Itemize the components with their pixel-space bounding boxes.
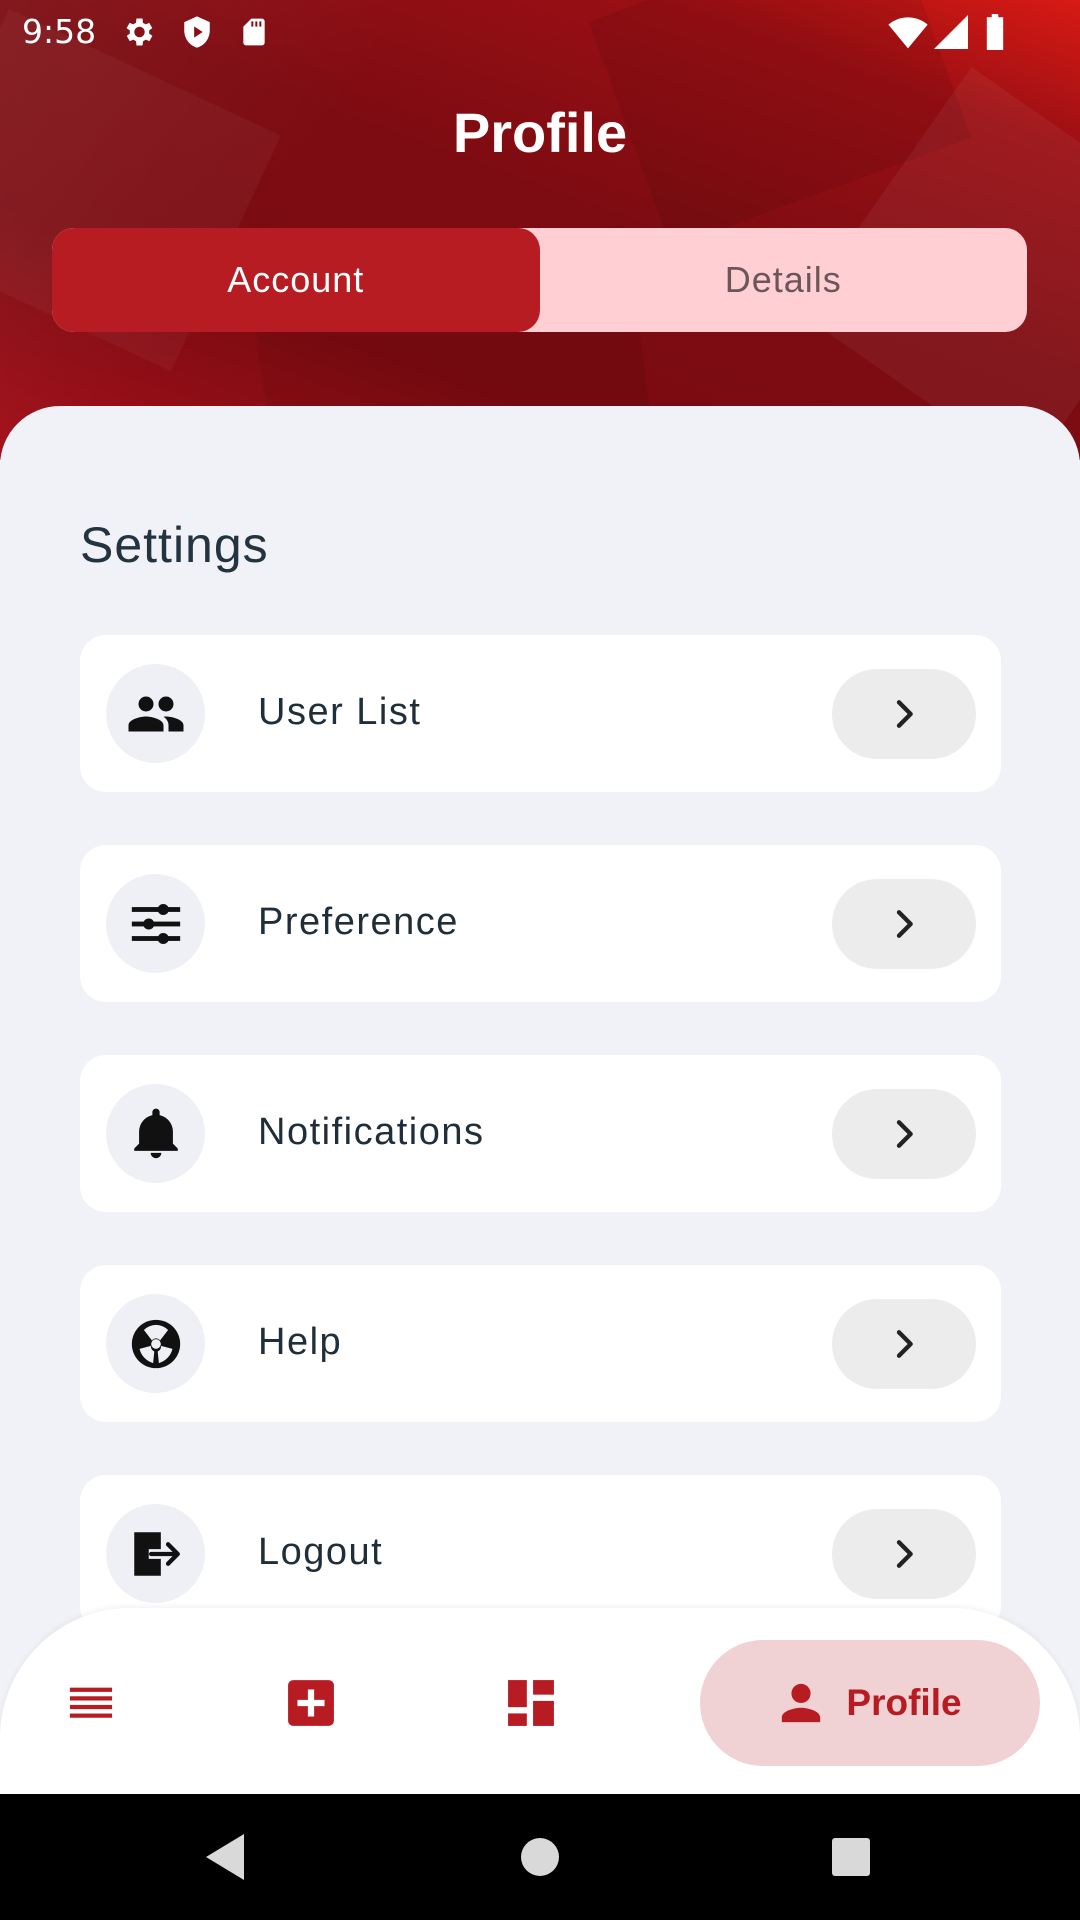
home-icon[interactable]	[520, 1832, 560, 1887]
person-icon	[782, 1683, 821, 1723]
settings-item-label: Logout	[258, 1531, 384, 1573]
dashboard-icon	[508, 1680, 554, 1726]
account-details-tabs: Account Details	[52, 228, 1027, 332]
users-icon	[106, 664, 205, 763]
chevron-right-icon	[896, 700, 913, 728]
tab-details[interactable]: Details	[540, 228, 1028, 332]
tab-account[interactable]: Account	[52, 228, 540, 332]
chevron-right-icon	[896, 1540, 913, 1568]
add-box-icon	[288, 1680, 334, 1726]
system-navigation-bar	[0, 1794, 1080, 1920]
chevron-right-icon	[896, 910, 913, 938]
chevron-right-button[interactable]	[832, 669, 976, 759]
nav-add-button[interactable]	[286, 1678, 336, 1728]
status-time: 9:58	[22, 12, 97, 51]
settings-sheet: Settings User List Preference Notificati…	[0, 406, 1080, 1806]
chevron-right-button[interactable]	[832, 1299, 976, 1389]
wifi-icon	[888, 14, 928, 55]
help-icon	[106, 1294, 205, 1393]
settings-item-label: Help	[258, 1321, 343, 1363]
status-bar: 9:58	[0, 0, 1080, 64]
bottom-navigation: Profile	[0, 1608, 1080, 1794]
settings-item-notifications[interactable]: Notifications	[80, 1055, 1001, 1212]
shield-play-icon	[180, 14, 214, 55]
nav-profile-button[interactable]: Profile	[700, 1640, 1040, 1766]
back-icon[interactable]	[204, 1832, 248, 1887]
chevron-right-button[interactable]	[832, 1509, 976, 1599]
nav-dashboard-button[interactable]	[506, 1678, 556, 1728]
nav-list-button[interactable]	[66, 1678, 116, 1728]
section-title-settings: Settings	[80, 517, 269, 573]
chevron-right-icon	[896, 1120, 913, 1148]
gear-icon	[120, 14, 156, 55]
bell-icon	[106, 1084, 205, 1183]
page-title: Profile	[452, 101, 628, 164]
nav-profile-label: Profile	[846, 1682, 962, 1723]
list-icon	[69, 1687, 113, 1718]
chevron-right-button[interactable]	[832, 879, 976, 969]
recents-icon[interactable]	[830, 1832, 872, 1887]
logout-icon	[106, 1504, 205, 1603]
chevron-right-button[interactable]	[832, 1089, 976, 1179]
settings-item-preference[interactable]: Preference	[80, 845, 1001, 1002]
battery-icon	[984, 14, 1006, 55]
settings-item-label: Notifications	[258, 1111, 485, 1153]
profile-header: 9:58 Profile Account Details	[0, 0, 1080, 460]
cellular-signal-icon	[934, 14, 968, 55]
sliders-icon	[106, 874, 205, 973]
sd-card-icon	[238, 14, 270, 55]
settings-item-label: Preference	[258, 901, 459, 943]
settings-item-help[interactable]: Help	[80, 1265, 1001, 1422]
settings-item-label: User List	[258, 691, 422, 733]
settings-item-user-list[interactable]: User List	[80, 635, 1001, 792]
chevron-right-icon	[896, 1330, 913, 1358]
